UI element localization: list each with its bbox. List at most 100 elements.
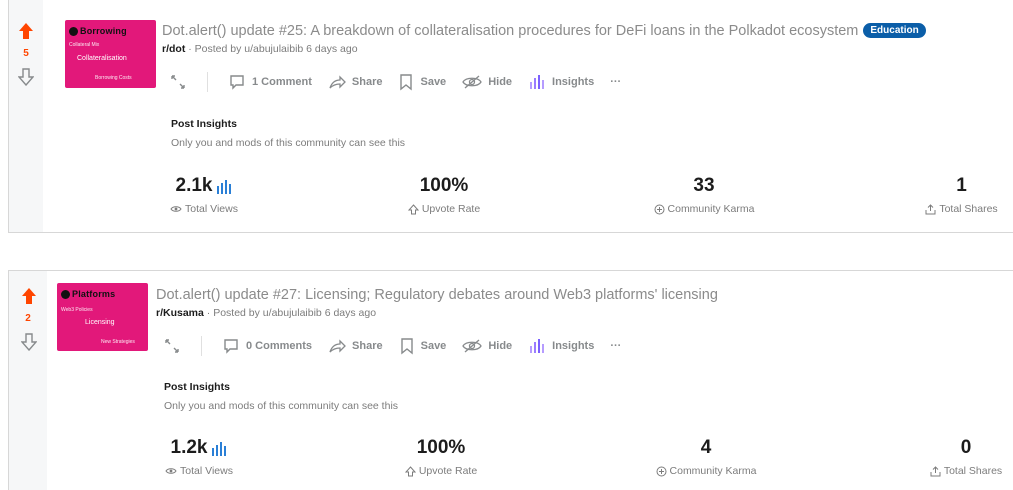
more-options-button[interactable]: ··· [610,76,621,88]
comments-label: 0 Comments [246,340,313,352]
downvote-arrow-icon[interactable] [21,333,37,351]
stat-upvote-rate: 100% Upvote Rate [399,175,489,215]
karma-label: Community Karma [669,465,757,477]
upvote-rate-value: 100% [416,437,466,458]
upvote-outline-icon [404,465,416,476]
save-button[interactable]: Save [399,337,447,355]
shares-label: Total Shares [943,465,1003,477]
thumbnail-caption: Web3 Policies [61,307,93,313]
bookmark-icon [400,74,413,91]
shares-value: 1 [956,175,967,196]
more-dots-icon: ··· [610,76,622,88]
expand-icon [171,75,185,89]
views-bars-icon [212,442,227,456]
vote-count: 5 [23,48,29,59]
post-meta: r/Kusama · Posted by u/abujulaibib 6 day… [156,307,376,319]
upvote-arrow-icon[interactable] [21,287,37,305]
stat-total-shares: 1 Total Shares [914,175,1009,215]
save-label: Save [420,76,447,88]
stat-views: 2.1k Total Views [164,175,244,215]
insights-heading: Post Insights [164,381,230,393]
thumbnail-subheading: Licensing [85,319,115,326]
subreddit-link[interactable]: r/Kusama [156,307,204,319]
views-label: Total Views [180,465,233,477]
share-upload-icon [925,203,936,214]
stat-upvote-rate: 100% Upvote Rate [396,437,486,477]
share-button[interactable]: Share [328,73,383,91]
views-value: 1.2k [170,437,208,458]
hide-label: Hide [488,76,513,88]
eye-icon [170,206,182,212]
hide-button[interactable]: Hide [462,337,512,355]
insights-note: Only you and mods of this community can … [164,400,399,412]
karma-label: Community Karma [667,203,755,215]
subreddit-link[interactable]: r/dot [162,43,185,55]
share-upload-icon [930,465,941,476]
thumbnail-subheading: Collateralisation [77,55,127,62]
expand-icon [165,339,179,353]
vote-column: 2 [9,271,47,490]
post-card: 2 Platforms Web3 Policies Licensing New … [8,270,1013,490]
comments-button[interactable]: 0 Comments [222,337,312,355]
post-thumbnail[interactable]: Platforms Web3 Policies Licensing New St… [57,283,148,351]
hide-eye-icon [462,75,482,89]
insights-heading: Post Insights [171,118,237,130]
insights-note: Only you and mods of this community can … [171,137,406,149]
comment-icon [224,339,238,354]
upvote-outline-icon [407,203,419,214]
insights-bars-icon [530,75,545,89]
shares-label: Total Shares [939,203,998,215]
share-label: Share [352,340,383,352]
hide-label: Hide [488,340,513,352]
karma-icon [654,204,665,214]
thumbnail-logo-icon [69,27,78,36]
thumbnail-heading: Borrowing [80,26,127,36]
post-card: 5 Borrowing Collateral Mix Collateralisa… [8,0,1013,233]
thumbnail-heading: Platforms [72,289,116,299]
flair-badge[interactable]: Education [863,23,926,38]
vote-column: 5 [9,0,43,232]
comment-icon [230,75,244,90]
views-bars-icon [217,180,232,194]
post-actions: 1 Comment Share Save Hide Insights ··· [169,72,637,92]
more-dots-icon: ··· [610,340,622,352]
stat-total-shares: 0 Total Shares [921,437,1011,477]
comments-label: 1 Comment [252,76,312,88]
upvote-rate-label: Upvote Rate [421,203,481,215]
thumbnail-caption: Collateral Mix [69,42,100,48]
karma-icon [656,466,667,476]
post-meta: r/dot · Posted by u/abujulaibib 6 days a… [162,43,358,55]
insights-bars-icon [530,339,545,353]
save-button[interactable]: Save [398,73,446,91]
karma-value: 33 [693,175,715,196]
upvote-rate-label: Upvote Rate [418,465,478,477]
expand-button[interactable] [163,336,202,356]
post-title-row: Dot.alert() update #25: A breakdown of c… [162,23,926,39]
post-title[interactable]: Dot.alert() update #25: A breakdown of c… [162,23,858,39]
save-label: Save [420,340,447,352]
expand-button[interactable] [169,72,208,92]
posted-by: · Posted by u/abujulaibib 6 days ago [188,43,358,55]
eye-icon [165,468,177,474]
post-title-row: Dot.alert() update #27: Licensing; Regul… [156,287,718,303]
thumbnail-caption: Borrowing Costs [95,75,132,81]
hide-button[interactable]: Hide [462,73,512,91]
share-button[interactable]: Share [328,337,383,355]
views-label: Total Views [185,203,238,215]
upvote-rate-value: 100% [419,175,469,196]
post-title[interactable]: Dot.alert() update #27: Licensing; Regul… [156,287,718,303]
downvote-arrow-icon[interactable] [18,68,34,86]
thumbnail-logo-icon [61,290,70,299]
more-options-button[interactable]: ··· [610,340,621,352]
bookmark-icon [400,338,413,355]
post-actions: 0 Comments Share Save Hide Insights ··· [163,336,637,356]
share-icon [329,75,346,89]
share-icon [329,339,346,353]
comments-button[interactable]: 1 Comment [228,73,312,91]
insights-button[interactable]: Insights [528,337,594,355]
share-label: Share [351,76,383,88]
upvote-arrow-icon[interactable] [18,22,34,40]
insights-button[interactable]: Insights [528,73,594,91]
post-thumbnail[interactable]: Borrowing Collateral Mix Collateralisati… [65,20,156,88]
vote-count: 2 [25,313,31,324]
